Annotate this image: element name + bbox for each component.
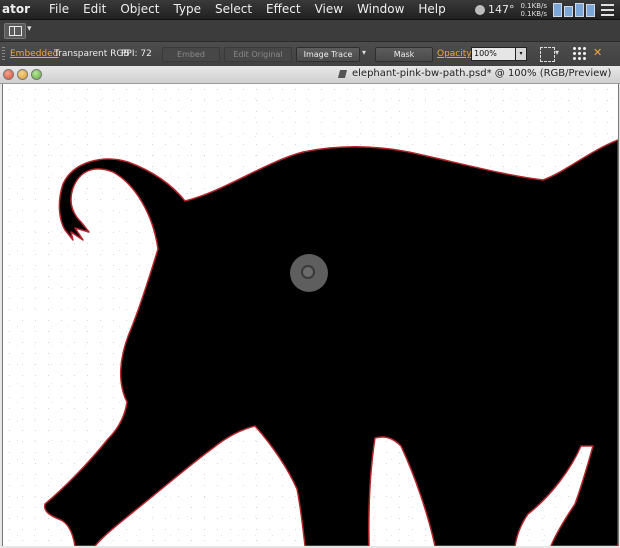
menu-help[interactable]: Help bbox=[411, 0, 452, 19]
opacity-dropdown-icon[interactable]: ▾ bbox=[515, 47, 527, 61]
workspace-caret-icon[interactable]: ▾ bbox=[27, 24, 32, 34]
menu-type[interactable]: Type bbox=[166, 0, 208, 19]
app-menu[interactable]: ator bbox=[0, 0, 42, 19]
magic-wand-icon[interactable]: ✕ bbox=[593, 46, 602, 59]
network-up: 0.1KB/s bbox=[520, 1, 547, 10]
embed-button[interactable]: Embed bbox=[162, 47, 220, 62]
menu-edit[interactable]: Edit bbox=[76, 0, 113, 19]
menu-object[interactable]: Object bbox=[113, 0, 166, 19]
menu-file[interactable]: File bbox=[42, 0, 76, 19]
control-panel: Embedded Transparent RGB PPI: 72 Embed E… bbox=[0, 42, 620, 67]
image-trace-button[interactable]: Image Trace bbox=[296, 47, 360, 62]
network-status[interactable]: 0.1KB/s 0.1KB/s bbox=[520, 2, 547, 18]
menu-view[interactable]: View bbox=[308, 0, 350, 19]
image-trace-caret-icon[interactable]: ▾ bbox=[362, 48, 366, 57]
document-title: elephant-pink-bw-path.psd* @ 100% (RGB/P… bbox=[352, 68, 612, 79]
system-meter-icon[interactable] bbox=[553, 2, 595, 17]
temperature-status[interactable]: 147° bbox=[474, 0, 515, 19]
align-dropdown-icon[interactable] bbox=[540, 47, 555, 62]
menu-select[interactable]: Select bbox=[208, 0, 259, 19]
minimize-window-icon[interactable] bbox=[17, 69, 28, 80]
opacity-label[interactable]: Opacity: bbox=[437, 49, 474, 59]
panel-grip-icon[interactable] bbox=[2, 47, 5, 61]
weather-sun-icon bbox=[474, 4, 485, 15]
align-caret-icon[interactable]: ▾ bbox=[555, 48, 559, 57]
document-icon bbox=[337, 70, 348, 78]
ppi-label: PPI: 72 bbox=[121, 49, 152, 59]
artboard-canvas[interactable] bbox=[2, 84, 619, 546]
workspace-grid-icon[interactable] bbox=[4, 23, 26, 39]
menu-window[interactable]: Window bbox=[350, 0, 411, 19]
opacity-input[interactable]: 100% bbox=[471, 47, 521, 61]
menu-effect[interactable]: Effect bbox=[259, 0, 308, 19]
application-bar: ▾ bbox=[0, 20, 620, 42]
zoom-window-icon[interactable] bbox=[31, 69, 42, 80]
document-window: elephant-pink-bw-path.psd* @ 100% (RGB/P… bbox=[0, 66, 620, 548]
elephant-silhouette-image[interactable] bbox=[3, 84, 618, 546]
menu-bar: ator File Edit Object Type Select Effect… bbox=[0, 0, 620, 20]
temperature-value: 147° bbox=[487, 3, 515, 16]
transform-grid-icon[interactable] bbox=[572, 46, 586, 60]
close-window-icon[interactable] bbox=[3, 69, 14, 80]
edit-original-button[interactable]: Edit Original bbox=[224, 47, 292, 62]
status-area: 147° 0.1KB/s 0.1KB/s bbox=[474, 0, 620, 19]
embedded-link[interactable]: Embedded bbox=[10, 49, 58, 59]
color-mode-label: Transparent RGB bbox=[54, 49, 130, 59]
menu-extra-icon[interactable] bbox=[601, 3, 614, 16]
document-titlebar[interactable]: elephant-pink-bw-path.psd* @ 100% (RGB/P… bbox=[0, 66, 620, 84]
cursor-circle-icon bbox=[290, 254, 328, 292]
mask-button[interactable]: Mask bbox=[375, 47, 433, 62]
elephant-silhouette bbox=[43, 139, 618, 546]
network-down: 0.1KB/s bbox=[520, 9, 547, 18]
